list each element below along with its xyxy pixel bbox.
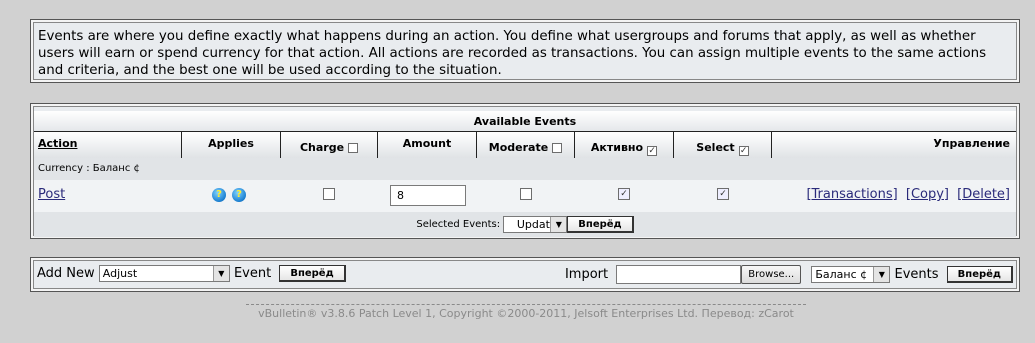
add-new-go-button[interactable]: Вперёд — [279, 265, 346, 282]
moderate-all-checkbox[interactable] — [552, 143, 563, 153]
action-link-post[interactable]: Post — [38, 187, 65, 202]
currency-row: Currency : Баланс ¢ — [34, 158, 1016, 181]
header-amount: Amount — [378, 132, 477, 158]
import-file-input[interactable] — [616, 265, 742, 284]
import-currency-select[interactable]: Баланс ¢ ▼ — [811, 266, 891, 283]
copy-link[interactable]: [Copy] — [906, 187, 949, 202]
copyright-footer: vBulletin® v3.8.6 Patch Level 1, Copyrig… — [246, 304, 806, 320]
active-all-checkbox[interactable]: ✓ — [647, 146, 658, 156]
header-select: Select ✓ — [674, 132, 772, 158]
bottom-panel: Add New Adjust ▼ Event Вперёд Import Bro… — [30, 257, 1020, 292]
header-moderate: Moderate — [477, 132, 575, 158]
select-checkbox[interactable]: ✓ — [717, 188, 729, 200]
selected-events-select[interactable]: Update ▼ — [503, 215, 568, 233]
amount-input[interactable]: 8 — [390, 185, 466, 206]
events-panel: Available Events Action Applies Charge A… — [30, 103, 1020, 239]
add-new-select[interactable]: Adjust ▼ — [98, 265, 230, 282]
help-icon[interactable]: ? — [232, 188, 246, 202]
delete-link[interactable]: [Delete] — [957, 187, 1010, 202]
browse-button[interactable]: Browse... — [741, 265, 802, 284]
header-action[interactable]: Action — [34, 132, 182, 158]
import-group: Import Browse... Баланс ¢ ▼ Events Вперё… — [565, 265, 1013, 284]
table-row: Post ? ? 8 ✓ ✓ [Transactions] [Copy] [De… — [34, 180, 1016, 212]
charge-checkbox[interactable] — [323, 188, 335, 200]
header-active: Активно ✓ — [575, 132, 674, 158]
add-new-label: Add New — [37, 266, 95, 281]
selected-events-label: Selected Events: — [416, 219, 501, 230]
transactions-link[interactable]: [Transactions] — [806, 187, 897, 202]
import-suffix: Events — [894, 267, 939, 282]
header-applies: Applies — [182, 132, 281, 158]
info-text: Events are where you define exactly what… — [38, 29, 987, 78]
chevron-down-icon[interactable]: ▼ — [873, 267, 890, 282]
events-table-title: Available Events — [34, 111, 1016, 133]
table-footer: Selected Events: Update ▼ Вперёд — [34, 212, 1016, 237]
info-panel: Events are where you define exactly what… — [30, 19, 1020, 83]
active-checkbox[interactable]: ✓ — [618, 188, 630, 200]
header-charge: Charge — [281, 132, 378, 158]
import-label: Import — [564, 267, 609, 282]
chevron-down-icon[interactable]: ▼ — [212, 266, 229, 281]
chevron-down-icon[interactable]: ▼ — [550, 216, 567, 232]
moderate-checkbox[interactable] — [520, 188, 532, 200]
add-new-group: Add New Adjust ▼ Event Вперёд — [37, 265, 346, 282]
selected-events-go-button[interactable]: Вперёд — [567, 215, 634, 233]
help-icon[interactable]: ? — [212, 188, 226, 202]
events-table-header: Action Applies Charge Amount Moderate Ак… — [34, 131, 1016, 159]
select-all-checkbox[interactable]: ✓ — [738, 146, 749, 156]
charge-all-checkbox[interactable] — [348, 143, 359, 153]
add-new-suffix: Event — [233, 266, 272, 281]
header-manage: Управление — [933, 137, 1010, 150]
import-go-button[interactable]: Вперёд — [946, 266, 1013, 283]
row-actions: [Transactions] [Copy] [Delete] — [802, 187, 1010, 202]
